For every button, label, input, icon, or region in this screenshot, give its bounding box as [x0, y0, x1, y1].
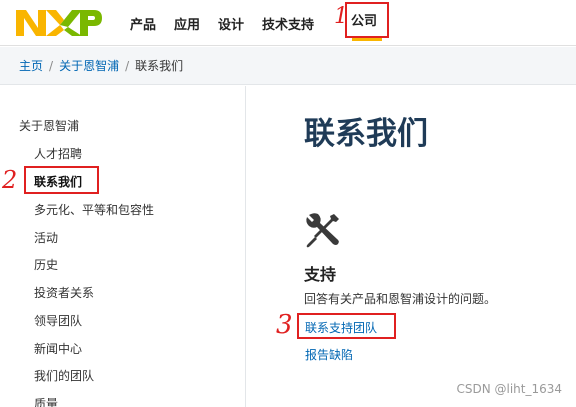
annotation-number-3: 3 [276, 310, 293, 340]
breadcrumb-separator: / [125, 58, 130, 73]
page-title: 联系我们 [304, 116, 428, 152]
tools-icon [306, 213, 339, 248]
nav-item-design[interactable]: 设计 [218, 14, 244, 33]
sidebar-item-investors[interactable]: 投资者关系 [34, 284, 94, 301]
sidebar-item-history[interactable]: 历史 [34, 256, 58, 273]
nav-active-indicator [352, 38, 382, 41]
support-section-description: 回答有关产品和恩智浦设计的问题。 [304, 292, 497, 306]
sidebar-item-events[interactable]: 活动 [34, 229, 58, 246]
report-defect-link[interactable]: 报告缺陷 [305, 346, 353, 363]
annotation-box-contact-support [297, 313, 396, 339]
sidebar-item-leadership[interactable]: 领导团队 [34, 312, 82, 329]
nav-item-products[interactable]: 产品 [130, 14, 156, 33]
breadcrumb-current: 联系我们 [135, 59, 184, 73]
sidebar-item-diversity[interactable]: 多元化、平等和包容性 [34, 201, 154, 218]
top-header: 产品 应用 设计 技术支持 公司 [0, 0, 576, 46]
annotation-number-2: 2 [2, 166, 18, 194]
nav-item-support[interactable]: 技术支持 [262, 14, 314, 33]
nav-item-applications[interactable]: 应用 [174, 14, 200, 33]
sidebar-item-our-team[interactable]: 我们的团队 [34, 367, 94, 384]
sidebar-root-about[interactable]: 关于恩智浦 [19, 117, 79, 134]
support-section-title: 支持 [304, 265, 337, 284]
breadcrumb: 主页 / 关于恩智浦 / 联系我们 [0, 47, 576, 85]
breadcrumb-about[interactable]: 关于恩智浦 [59, 57, 119, 74]
breadcrumb-home[interactable]: 主页 [19, 57, 43, 74]
nxp-logo[interactable] [14, 6, 104, 40]
sidebar-item-newsroom[interactable]: 新闻中心 [34, 340, 82, 357]
sidebar-item-careers[interactable]: 人才招聘 [34, 145, 82, 162]
watermark: CSDN @liht_1634 [456, 382, 562, 396]
annotation-box-company [345, 2, 389, 38]
main-nav: 产品 应用 设计 技术支持 公司 [130, 12, 382, 41]
breadcrumb-separator: / [49, 58, 54, 73]
annotation-number-1: 1 [334, 4, 348, 29]
sidebar-item-quality[interactable]: 质量 [34, 395, 58, 407]
sidebar: 关于恩智浦 人才招聘 联系我们 多元化、平等和包容性 活动 历史 投资者关系 领… [0, 86, 246, 407]
annotation-box-contact-us [24, 166, 99, 194]
